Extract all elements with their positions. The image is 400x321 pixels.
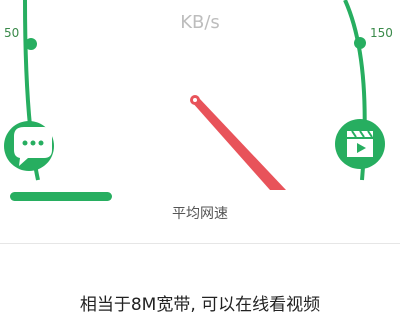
gauge-needle: [190, 95, 286, 190]
gauge-tick-dot-50: [25, 38, 37, 50]
divider: [0, 243, 400, 244]
speed-unit: KB/s: [180, 12, 220, 33]
speed-progress-bar: [10, 192, 112, 201]
video-clapper-icon[interactable]: [335, 119, 385, 169]
average-speed-label: 平均网速: [172, 206, 228, 222]
chat-bubble-icon[interactable]: [4, 121, 54, 171]
speed-description: 相当于8M宽带, 可以在线看视频: [79, 295, 321, 315]
gauge-tick-label-150: 150: [370, 26, 393, 40]
gauge-tick-label-50: 50: [4, 26, 20, 40]
gauge-tick-dot-150: [354, 37, 366, 49]
